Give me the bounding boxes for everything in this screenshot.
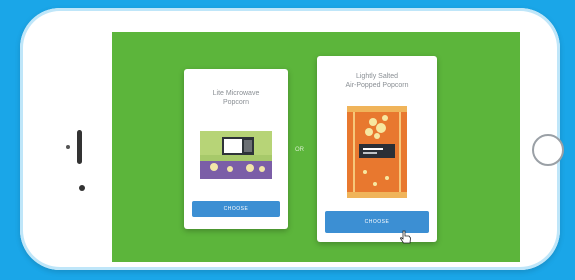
- product-card-lite-microwave: Lite Microwave Popcorn CHOOSE: [184, 69, 288, 229]
- popcorn-bag-icon: [347, 106, 407, 198]
- product-title: Lite Microwave Popcorn: [212, 90, 260, 106]
- sensor-dot: [66, 145, 70, 149]
- phone-frame: Lite Microwave Popcorn CHOOSE OR Lightly…: [20, 8, 564, 270]
- or-separator: OR: [295, 147, 304, 153]
- product-card-air-popped: Lightly Salted Air-Popped Popcorn CHOOSE: [317, 56, 437, 242]
- hand-pointer-icon: [400, 230, 411, 244]
- home-button[interactable]: [532, 134, 564, 166]
- product-title: Lightly Salted Air-Popped Popcorn: [345, 73, 409, 89]
- phone-screen: Lite Microwave Popcorn CHOOSE OR Lightly…: [112, 32, 520, 262]
- front-camera: [79, 185, 85, 191]
- choose-button-air-popped[interactable]: CHOOSE: [325, 211, 429, 233]
- choose-button-lite-microwave[interactable]: CHOOSE: [192, 201, 280, 217]
- speaker-slot: [77, 130, 82, 164]
- microwave-popcorn-box-icon: [200, 131, 272, 179]
